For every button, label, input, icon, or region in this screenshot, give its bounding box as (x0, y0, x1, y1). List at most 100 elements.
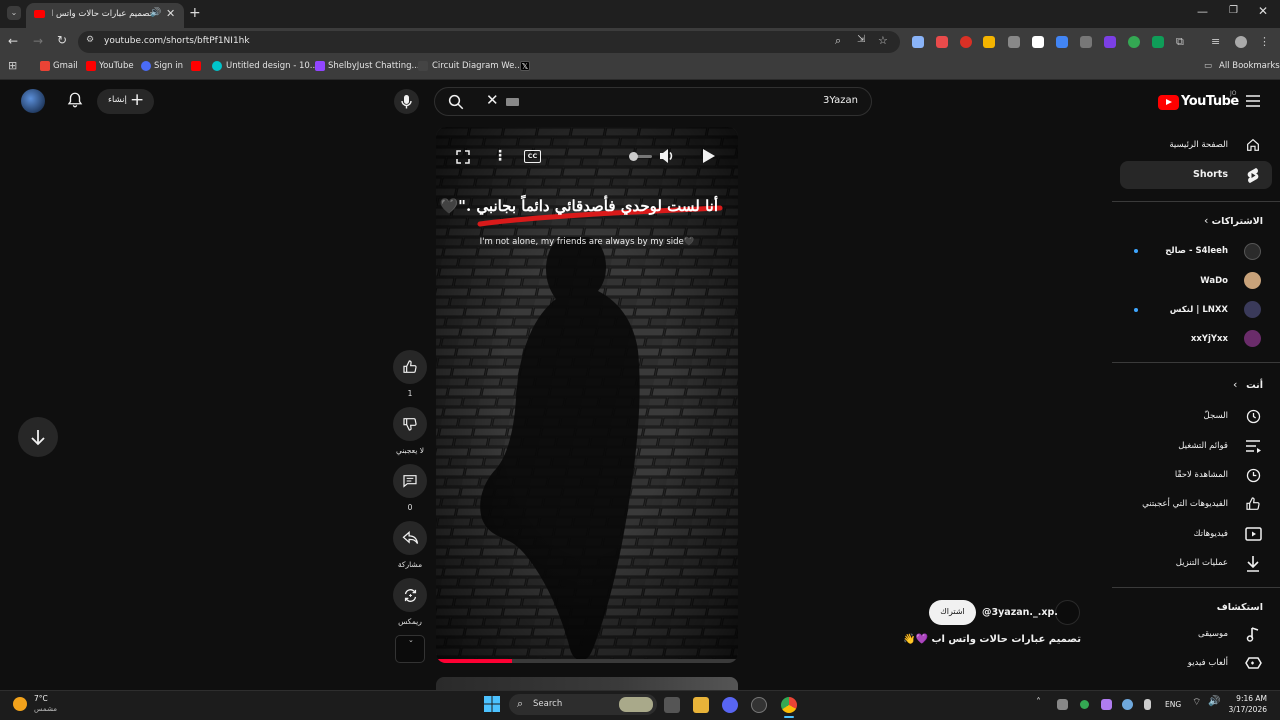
bookmark-circuit-diagram[interactable]: Circuit Diagram We... (432, 61, 523, 71)
steam-icon[interactable] (1122, 699, 1133, 710)
short-video-player[interactable]: ⋮ CC أنا لست لوحدي فأصدقائي دائماً بجانب… (436, 127, 738, 663)
youtube-logo[interactable]: YouTube JO (1158, 90, 1239, 111)
tab-audio-icon[interactable]: 🔊 (150, 8, 161, 18)
minimize-icon[interactable]: — (1197, 5, 1208, 18)
file-explorer-icon[interactable] (693, 697, 709, 713)
task-view-icon[interactable] (664, 697, 680, 713)
address-bar[interactable]: ⚙ youtube.com/shorts/bftPf1NI1hk ⌕ ⇲ ☆ (78, 31, 900, 53)
search-bar[interactable]: ✕ 3Yazan (434, 87, 872, 116)
chrome-icon[interactable] (781, 697, 797, 713)
reload-icon[interactable]: ↻ (57, 33, 67, 47)
voice-search-button[interactable] (394, 89, 419, 114)
subscribe-button[interactable]: اشتراك (929, 600, 976, 625)
all-bookmarks[interactable]: All Bookmarks (1219, 61, 1280, 71)
zoom-icon[interactable]: ⌕ (835, 34, 841, 48)
app-icon[interactable] (751, 697, 767, 713)
bookmark-star-icon[interactable]: ☆ (878, 34, 888, 47)
nav-your-videos[interactable]: فيديوهاتك (1194, 529, 1228, 539)
comments-button[interactable] (393, 464, 427, 498)
new-tab-icon[interactable]: + (189, 5, 201, 21)
nav-gaming[interactable]: ألعاب فيديو (1188, 658, 1228, 668)
create-button[interactable]: إنشاء + (97, 89, 154, 114)
wifi-icon[interactable]: ⌔ (1192, 696, 1201, 709)
forward-icon[interactable]: → (33, 34, 43, 48)
search-icon[interactable] (447, 93, 465, 111)
bookmark-shelby[interactable]: ShelbyJust Chatting... (328, 61, 420, 71)
weather-sun-icon[interactable] (13, 697, 27, 711)
tab-close-icon[interactable]: ✕ (166, 7, 175, 20)
volume-icon[interactable] (658, 148, 676, 164)
share-button[interactable] (393, 521, 427, 555)
you-header[interactable]: أنت (1246, 380, 1263, 391)
hamburger-menu-icon[interactable] (1246, 95, 1260, 107)
volume-slider[interactable] (629, 152, 652, 161)
nav-playlists[interactable]: قوائم التشغيل (1178, 441, 1228, 451)
site-info-icon[interactable]: ⚙ (86, 35, 94, 45)
extension-icon[interactable] (936, 36, 948, 48)
extension-icon[interactable] (960, 36, 972, 48)
clock-date[interactable]: 3/17/2026 (1225, 705, 1267, 714)
next-short-preview[interactable] (436, 677, 738, 690)
nav-home[interactable]: الصفحة الرئيسية (1169, 140, 1228, 150)
apps-grid-icon[interactable]: ⊞ (8, 59, 17, 72)
extension-icon[interactable] (1152, 36, 1164, 48)
nav-downloads[interactable]: عمليات التنزيل (1176, 558, 1228, 568)
microphone-icon[interactable] (1144, 699, 1151, 710)
extension-icon[interactable] (1032, 36, 1044, 48)
reading-list-icon[interactable]: ≡ (1211, 36, 1223, 48)
discord-icon[interactable] (722, 697, 738, 713)
extension-icon[interactable] (1008, 36, 1020, 48)
nav-watch-later[interactable]: المشاهدة لاحقًا (1175, 470, 1228, 480)
subscription-item[interactable]: xxYjYxx (1191, 334, 1228, 344)
extension-icon[interactable] (1104, 36, 1116, 48)
bookmark-untitled-design[interactable]: Untitled design - 10... (226, 61, 318, 71)
subscription-item[interactable]: WaDo (1200, 276, 1228, 286)
more-options-icon[interactable]: ⋮ (493, 148, 507, 164)
keyboard-icon[interactable] (506, 98, 519, 106)
bookmark-gmail[interactable]: Gmail (53, 61, 78, 71)
nav-liked-videos[interactable]: الفيديوهات التي أعجبتني (1142, 499, 1228, 509)
chevron-up-icon[interactable]: ˄ (1036, 697, 1041, 708)
remix-button[interactable] (393, 578, 427, 612)
extension-icon[interactable] (1128, 36, 1140, 48)
url-text[interactable]: youtube.com/shorts/bftPf1NI1hk (104, 36, 250, 46)
channel-avatar[interactable] (1055, 600, 1080, 625)
weather-temp[interactable]: 7°C (34, 694, 48, 703)
notifications-bell-icon[interactable] (66, 91, 84, 109)
language-indicator[interactable]: ENG (1165, 700, 1181, 709)
extension-icon[interactable] (912, 36, 924, 48)
windows-start-icon[interactable] (484, 696, 500, 712)
extension-icon[interactable] (983, 36, 995, 48)
tray-icon[interactable] (1080, 700, 1089, 709)
search-input[interactable]: 3Yazan (823, 95, 858, 106)
extension-icon[interactable] (1080, 36, 1092, 48)
channel-handle[interactable]: @3yazan._.xp. (982, 607, 1058, 618)
extension-icon[interactable] (1056, 36, 1068, 48)
x-icon[interactable]: 𝕏 (520, 61, 530, 71)
active-tab[interactable]: تصميم عبارات حالات واتس ا... 🔊 ✕ (26, 3, 184, 28)
profile-avatar[interactable] (21, 89, 45, 113)
nav-shorts[interactable]: Shorts (1193, 169, 1228, 180)
profile-avatar[interactable] (1235, 36, 1247, 48)
tray-icon[interactable] (1057, 699, 1068, 710)
clear-search-icon[interactable]: ✕ (486, 91, 499, 109)
restore-icon[interactable]: ❐ (1229, 5, 1238, 16)
clock-time[interactable]: 9:16 AM (1229, 694, 1267, 703)
video-progress-track[interactable] (436, 659, 738, 663)
bookmark-sign-in[interactable]: Sign in (154, 61, 183, 71)
bookmark-youtube[interactable]: YouTube (99, 61, 134, 71)
subscription-item[interactable]: لنكس | LNXX (1170, 305, 1228, 315)
back-icon[interactable]: ← (8, 34, 18, 48)
dislike-button[interactable] (393, 407, 427, 441)
chrome-menu-icon[interactable]: ⋮ (1259, 36, 1271, 48)
install-icon[interactable]: ⇲ (857, 34, 865, 45)
play-icon[interactable] (703, 149, 715, 163)
close-window-icon[interactable]: ✕ (1258, 4, 1268, 18)
sound-thumbnail[interactable]: ⌄ (395, 635, 425, 663)
captions-icon[interactable]: CC (524, 150, 541, 163)
nav-music[interactable]: موسيقى (1198, 629, 1228, 639)
subscription-item[interactable]: صالح - S4leeh (1165, 246, 1228, 256)
fullscreen-icon[interactable] (456, 150, 470, 164)
like-button[interactable] (393, 350, 427, 384)
next-video-button[interactable] (18, 417, 58, 457)
